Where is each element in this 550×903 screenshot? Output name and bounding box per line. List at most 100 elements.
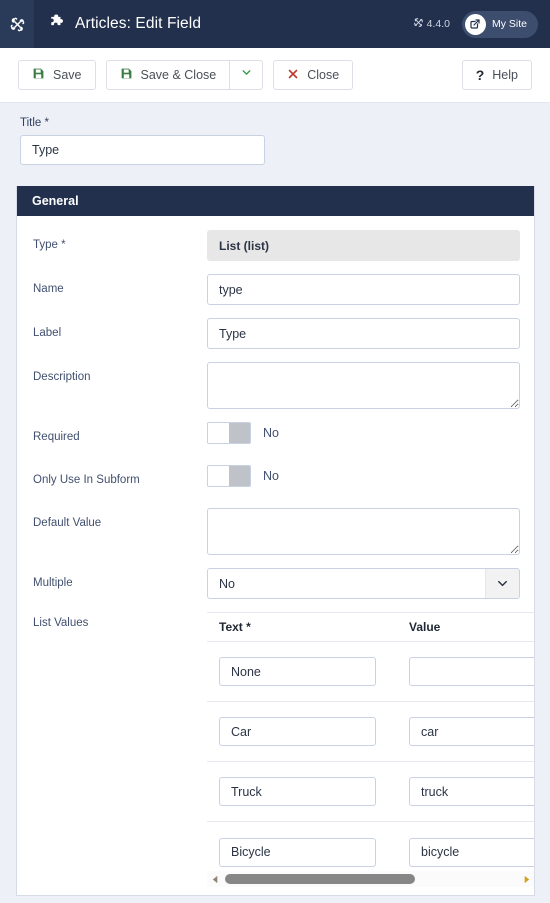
required-switch-row: No [207, 422, 534, 444]
list-values-header-row: Text * Value [207, 612, 534, 642]
field-row-name: Name [17, 274, 534, 305]
list-value-text-input[interactable] [219, 657, 376, 686]
column-header-text: Text * [219, 620, 251, 634]
chevron-down-icon[interactable] [485, 569, 519, 598]
x-icon [287, 68, 299, 83]
field-row-label: Label [17, 318, 534, 349]
default-value-textarea[interactable] [207, 508, 520, 555]
my-site-link[interactable]: My Site [461, 10, 538, 38]
header-right-group: 4.4.0 My Site [413, 10, 550, 38]
joomla-logo-icon [9, 16, 26, 33]
triangle-left-icon[interactable] [207, 875, 223, 884]
list-value-text-input[interactable] [219, 777, 376, 806]
title-field-group: Title * [20, 117, 534, 165]
help-button-label: Help [492, 68, 518, 82]
table-row [207, 642, 534, 702]
cell-value [397, 837, 534, 867]
help-button[interactable]: ? Help [461, 60, 532, 90]
chevron-down-icon [240, 66, 253, 84]
description-label: Description [33, 371, 91, 383]
close-button-label: Close [307, 68, 340, 82]
required-label: Required [33, 431, 80, 443]
name-input[interactable] [207, 274, 520, 305]
field-label-label: Label [33, 327, 62, 339]
floppy-disk-icon [32, 67, 45, 83]
save-options-dropdown-button[interactable] [229, 60, 264, 90]
joomla-logo-button[interactable] [0, 0, 34, 48]
page-title-group: Articles: Edit Field [49, 13, 201, 35]
question-mark-icon: ? [475, 67, 485, 83]
app-header: Articles: Edit Field 4.4.0 My Site [0, 0, 550, 48]
multiple-label: Multiple [33, 577, 73, 589]
description-textarea[interactable] [207, 362, 520, 409]
name-label: Name [33, 283, 64, 295]
cell-text [207, 657, 397, 686]
save-and-close-button[interactable]: Save & Close [105, 60, 230, 90]
save-button-label: Save [53, 68, 82, 82]
field-row-only-use-in-subform: Only Use In Subform No [17, 465, 534, 495]
only-use-in-subform-toggle[interactable] [207, 465, 251, 487]
field-row-default-value: Default Value [17, 508, 534, 555]
required-state: No [263, 426, 279, 440]
cell-value [397, 657, 534, 686]
list-values-label: List Values [33, 617, 89, 629]
page-content: Title * General Type * Name [0, 103, 550, 896]
external-link-icon [464, 13, 486, 35]
toolbar: Save Save & Close Close ? Help [0, 48, 550, 103]
list-value-value-input[interactable] [409, 657, 534, 686]
only-use-in-subform-toggle-knob [208, 466, 229, 486]
save-and-close-label: Save & Close [140, 68, 217, 82]
table-row [207, 702, 534, 762]
field-label-input[interactable] [207, 318, 520, 349]
list-values-table: Text * Value [207, 612, 534, 882]
tab-general-label: General [32, 193, 79, 208]
list-value-text-input[interactable] [219, 837, 376, 867]
tab-general[interactable]: General [17, 186, 534, 216]
multiple-select-value: No [219, 576, 235, 591]
save-button[interactable]: Save [18, 60, 96, 90]
only-use-in-subform-state: No [263, 469, 279, 483]
cell-text [207, 717, 397, 746]
page-title: Articles: Edit Field [75, 15, 202, 32]
multiple-select[interactable]: No [207, 568, 520, 599]
only-use-in-subform-switch-row: No [207, 465, 534, 487]
version-badge: 4.4.0 [413, 17, 450, 31]
save-close-group: Save & Close [105, 60, 264, 90]
close-button[interactable]: Close [273, 60, 354, 90]
scrollbar-track[interactable] [223, 871, 518, 887]
default-value-label: Default Value [33, 517, 102, 529]
only-use-in-subform-label: Only Use In Subform [33, 474, 140, 486]
type-label: Type * [33, 239, 66, 251]
field-row-description: Description [17, 362, 534, 409]
column-header-value: Value [409, 620, 441, 634]
floppy-disk-icon [120, 67, 133, 83]
type-input [207, 230, 520, 261]
cell-text [207, 777, 397, 806]
title-input[interactable] [20, 135, 265, 165]
field-row-list-values: List Values Text * Value [17, 612, 534, 882]
joomla-mark-icon [413, 17, 424, 31]
cell-value [397, 777, 534, 806]
title-field-label: Title * [20, 117, 49, 129]
only-use-in-subform-toggle-track [229, 466, 250, 486]
required-toggle[interactable] [207, 422, 251, 444]
field-row-type: Type * [17, 230, 534, 261]
list-value-value-input[interactable] [409, 837, 534, 867]
my-site-label: My Site [491, 18, 527, 30]
required-toggle-knob [208, 423, 229, 443]
general-panel-body: Type * Name Label Descr [17, 216, 534, 882]
list-value-value-input[interactable] [409, 777, 534, 806]
version-number: 4.4.0 [426, 18, 450, 30]
field-row-multiple: Multiple No [17, 568, 534, 599]
table-row [207, 762, 534, 822]
scrollbar-thumb[interactable] [225, 874, 415, 884]
cell-value [397, 717, 534, 746]
triangle-right-icon[interactable] [518, 875, 534, 884]
list-value-text-input[interactable] [219, 717, 376, 746]
list-value-value-input[interactable] [409, 717, 534, 746]
field-row-required: Required No [17, 422, 534, 452]
horizontal-scrollbar[interactable] [207, 871, 534, 887]
general-panel: General Type * Name Label [16, 186, 535, 896]
required-toggle-track [229, 423, 250, 443]
cell-text [207, 837, 397, 867]
